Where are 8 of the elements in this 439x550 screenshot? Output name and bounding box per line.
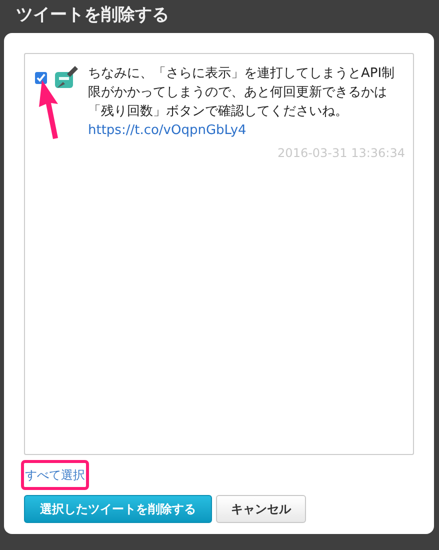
tweet-checkbox[interactable] — [35, 72, 47, 84]
pencil-logo-icon — [53, 64, 79, 90]
delete-button[interactable]: 選択したツイートを削除する — [24, 495, 212, 523]
dialog-title: ツイートを削除する — [16, 4, 169, 27]
select-all-link[interactable]: すべて選択 — [24, 463, 86, 487]
cancel-button[interactable]: キャンセル — [216, 495, 306, 523]
tweet-link[interactable]: https://t.co/vOqpnGbLy4 — [88, 121, 246, 140]
tweet-text: ちなみに、「さらに表示」を連打してしまうとAPI制限がかかってしまうので、あと何回更新できるかは「残り回数」ボタンで確認してくださいね。 — [88, 65, 396, 121]
